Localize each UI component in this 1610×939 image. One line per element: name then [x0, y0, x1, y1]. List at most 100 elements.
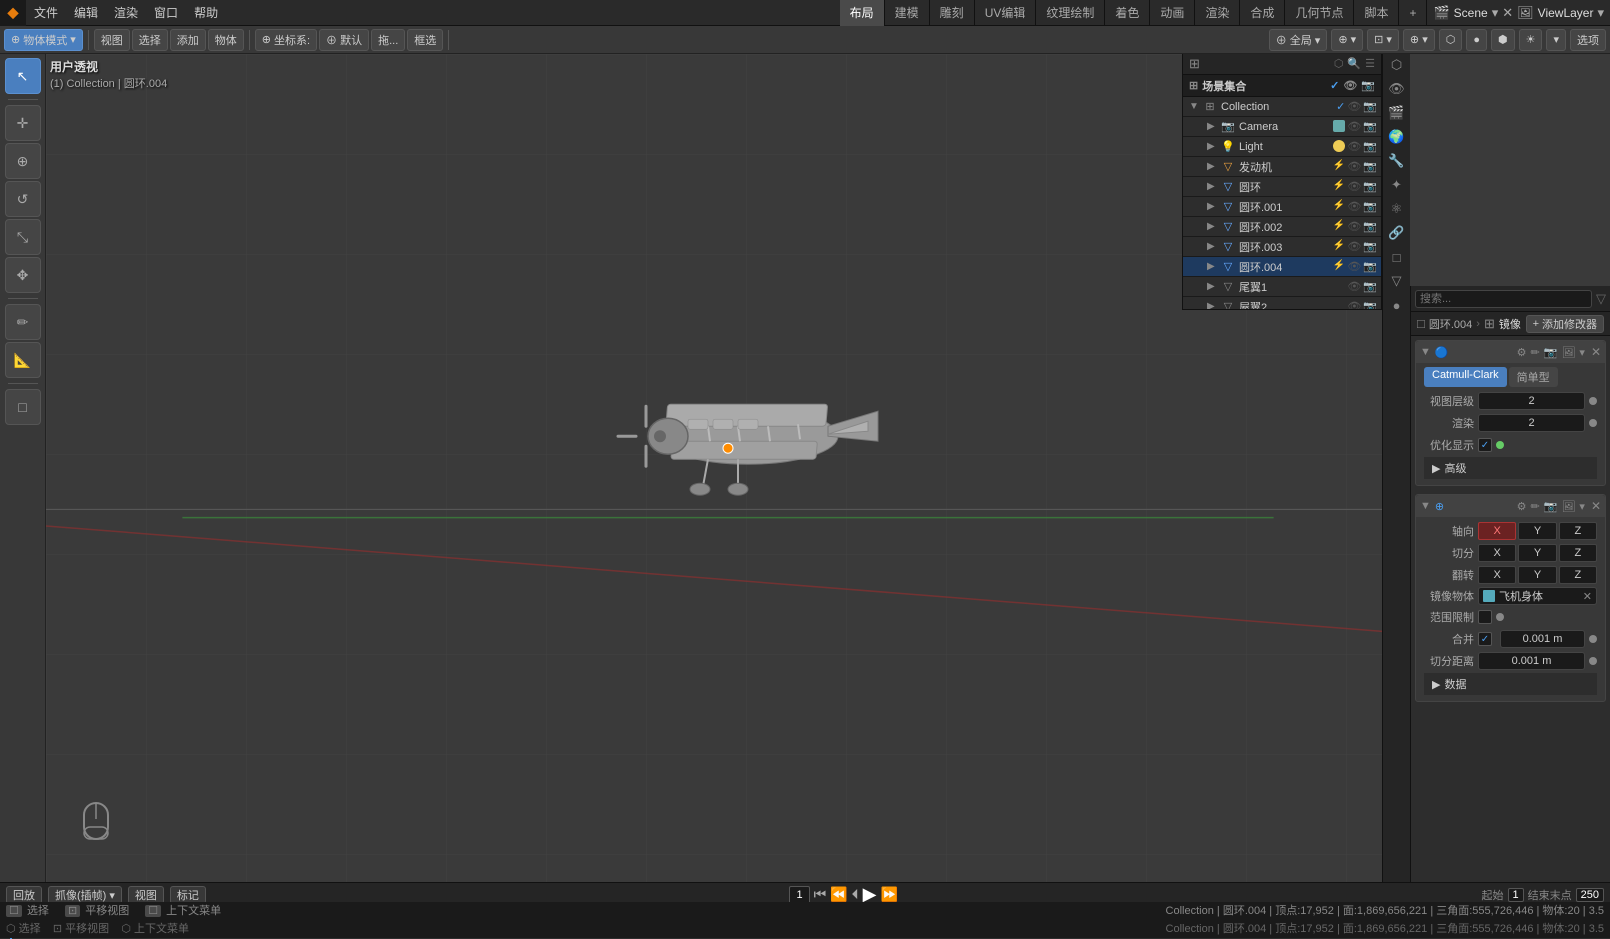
render-value[interactable]: 2: [1478, 414, 1585, 432]
t002-cam[interactable]: 📷: [1363, 220, 1377, 233]
axis-x-btn[interactable]: X: [1478, 522, 1516, 540]
pivot-btn[interactable]: ⊕ 默认: [319, 29, 369, 51]
keyframe-dropdown[interactable]: ▾: [109, 890, 115, 902]
axis-z-btn[interactable]: Z: [1559, 522, 1597, 540]
mod-extra-dropdown[interactable]: ▾: [1579, 346, 1585, 359]
mod-header-mirror[interactable]: ▼ ⊕ ⚙ ✏ 📷 🖼 ▾ ✕: [1416, 495, 1605, 517]
shading-dropdown[interactable]: ▾: [1546, 29, 1566, 51]
optimize-checkbox[interactable]: ✓: [1478, 438, 1492, 452]
menu-render[interactable]: 渲染: [106, 0, 146, 26]
scene-eye-icon[interactable]: 👁: [1343, 79, 1357, 92]
snap-btn[interactable]: ⊕ 全局 ▾: [1269, 29, 1328, 51]
move-tool[interactable]: ⊕: [5, 143, 41, 179]
flip-y-btn[interactable]: Y: [1518, 566, 1556, 584]
engine-cam[interactable]: 📷: [1363, 160, 1377, 173]
select-tool[interactable]: ↖: [5, 58, 41, 94]
engine-expand[interactable]: ▶: [1207, 161, 1217, 172]
flip-z-btn[interactable]: Z: [1559, 566, 1597, 584]
props-object-icon[interactable]: □: [1386, 246, 1408, 268]
mod-close-btn-mirror[interactable]: ✕: [1591, 499, 1601, 513]
shading-solid-btn[interactable]: ●: [1466, 29, 1487, 51]
collection-expand[interactable]: ▼: [1189, 101, 1199, 112]
props-world-icon[interactable]: 🌍: [1386, 126, 1408, 148]
t001-expand[interactable]: ▶: [1207, 201, 1217, 212]
view-btn[interactable]: 视图: [128, 886, 164, 904]
light-eye[interactable]: 👁: [1347, 140, 1361, 153]
mod-expand-mirror[interactable]: ▼: [1420, 500, 1431, 512]
mod-cam-icon[interactable]: 📷: [1544, 346, 1558, 359]
menu-window[interactable]: 窗口: [146, 0, 186, 26]
engine-eye[interactable]: 👁: [1347, 160, 1361, 173]
tw2-expand[interactable]: ▶: [1207, 301, 1217, 310]
view-menu-btn[interactable]: 视图: [94, 29, 130, 51]
outliner-torus002[interactable]: ▶ ▽ 圆环.002 ⚡ 👁 📷: [1183, 217, 1381, 237]
overlay-btn[interactable]: ⊕ ▾: [1403, 29, 1435, 51]
light-cam[interactable]: 📷: [1363, 140, 1377, 153]
bisect-y-btn[interactable]: Y: [1518, 544, 1556, 562]
data-section[interactable]: ▶ 数据: [1424, 673, 1597, 695]
outliner-filter-icon[interactable]: ⬡: [1334, 57, 1344, 70]
menu-file[interactable]: 文件: [26, 0, 66, 26]
outliner-light[interactable]: ▶ 💡 Light 👁 📷: [1183, 137, 1381, 157]
drag-btn[interactable]: 拖...: [371, 29, 405, 51]
ws-shading[interactable]: 着色: [1105, 0, 1150, 26]
outliner-torus001[interactable]: ▶ ▽ 圆环.001 ⚡ 👁 📷: [1183, 197, 1381, 217]
coord-system-btn[interactable]: ⊕ 坐标系:: [255, 29, 317, 51]
t004-expand[interactable]: ▶: [1207, 261, 1217, 272]
menu-edit[interactable]: 编辑: [66, 0, 106, 26]
rotate-tool[interactable]: ↺: [5, 181, 41, 217]
props-data-icon[interactable]: ▽: [1386, 270, 1408, 292]
flip-x-btn[interactable]: X: [1478, 566, 1516, 584]
camera-eye[interactable]: 👁: [1347, 120, 1361, 133]
props-output-icon[interactable]: ⬡: [1386, 54, 1408, 76]
t002-expand[interactable]: ▶: [1207, 221, 1217, 232]
outliner-torus003[interactable]: ▶ ▽ 圆环.003 ⚡ 👁 📷: [1183, 237, 1381, 257]
scene-checked-icon[interactable]: ✓: [1330, 79, 1339, 92]
props-material-icon[interactable]: ●: [1386, 294, 1408, 316]
bisect-z-btn[interactable]: Z: [1559, 544, 1597, 562]
keyframe-btn[interactable]: 抓像(插帧) ▾: [48, 886, 122, 904]
cursor-tool[interactable]: ✛: [5, 105, 41, 141]
t003-expand[interactable]: ▶: [1207, 241, 1217, 252]
mod-expand-subdiv[interactable]: ▼: [1420, 346, 1431, 358]
add-menu-btn[interactable]: 添加: [170, 29, 206, 51]
mod-close-btn-subdiv[interactable]: ✕: [1591, 345, 1601, 359]
t004-cam[interactable]: 📷: [1363, 260, 1377, 273]
bisect-dist-value[interactable]: 0.001 m: [1478, 652, 1585, 670]
props-constraints-icon[interactable]: 🔗: [1386, 222, 1408, 244]
object-mode-btn[interactable]: ⊕ 物体模式 ▾: [4, 29, 83, 51]
tw1-cam[interactable]: 📷: [1363, 280, 1377, 293]
playback-btn[interactable]: 回放: [6, 886, 42, 904]
props-view-icon[interactable]: 👁: [1386, 78, 1408, 100]
outliner-torus004[interactable]: ▶ ▽ 圆环.004 ⚡ 👁 📷: [1183, 257, 1381, 277]
scene-cam-icon[interactable]: 📷: [1361, 79, 1375, 92]
measure-tool[interactable]: 📐: [5, 342, 41, 378]
axis-y-btn[interactable]: Y: [1518, 522, 1556, 540]
transform-tool[interactable]: ✥: [5, 257, 41, 293]
mirror-vis-icon[interactable]: ⚙: [1517, 500, 1527, 513]
mirror-edit-icon[interactable]: ✏: [1531, 500, 1540, 513]
bisect-x-btn[interactable]: X: [1478, 544, 1516, 562]
t001-eye[interactable]: 👁: [1347, 200, 1361, 213]
ws-scripting[interactable]: 脚本: [1354, 0, 1399, 26]
ws-plus[interactable]: +: [1399, 0, 1427, 26]
annotate-tool[interactable]: ✏: [5, 304, 41, 340]
tab-simple[interactable]: 简单型: [1509, 367, 1558, 387]
snap2-btn[interactable]: ⊡ ▾: [1367, 29, 1399, 51]
collection-cam[interactable]: 📷: [1363, 100, 1377, 113]
props-search-icon[interactable]: ▽: [1596, 291, 1606, 307]
mirror-extra-dropdown[interactable]: ▾: [1579, 500, 1585, 513]
merge-value[interactable]: 0.001 m: [1500, 630, 1585, 648]
camera-cam-icon[interactable]: 📷: [1363, 120, 1377, 133]
props-particles-icon[interactable]: ✦: [1386, 174, 1408, 196]
view-levels-value[interactable]: 2: [1478, 392, 1585, 410]
outliner-collection[interactable]: ▼ ⊞ Collection ✓ 👁 📷: [1183, 97, 1381, 117]
frame-current-display[interactable]: 1: [789, 886, 809, 904]
mirror-render-icon[interactable]: 🖼: [1561, 500, 1575, 513]
outliner-tailwing1[interactable]: ▶ ▽ 尾翼1 👁 📷: [1183, 277, 1381, 297]
outliner-camera[interactable]: ▶ 📷 Camera 👁 📷: [1183, 117, 1381, 137]
props-search-input[interactable]: [1415, 290, 1592, 308]
prev-frame-btn[interactable]: ⏴: [852, 886, 859, 903]
torus-expand[interactable]: ▶: [1207, 181, 1217, 192]
t004-eye[interactable]: 👁: [1347, 260, 1361, 273]
